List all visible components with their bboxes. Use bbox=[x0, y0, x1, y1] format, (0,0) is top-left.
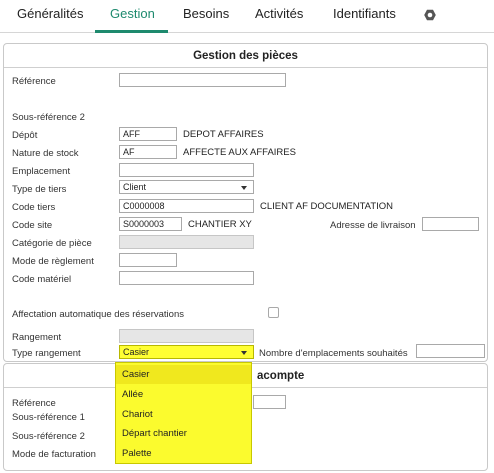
code-site-label: Code site bbox=[12, 220, 53, 231]
code-materiel-input[interactable] bbox=[119, 271, 254, 285]
code-tiers-description: CLIENT AF DOCUMENTATION bbox=[260, 201, 394, 212]
rangement-label: Rangement bbox=[12, 332, 62, 343]
acompte-reference-input[interactable] bbox=[253, 395, 286, 409]
nb-emplacements-label: Nombre d'emplacements souhaités bbox=[259, 348, 408, 359]
adresse-livraison-label: Adresse de livraison bbox=[330, 220, 416, 231]
dropdown-option-chariot[interactable]: Chariot bbox=[116, 405, 251, 424]
type-tiers-select[interactable]: Client bbox=[119, 180, 254, 194]
chevron-down-icon bbox=[241, 186, 247, 190]
code-tiers-label: Code tiers bbox=[12, 202, 56, 213]
depot-code-input[interactable]: AFF bbox=[119, 127, 177, 141]
mode-reglement-label: Mode de règlement bbox=[12, 256, 94, 267]
tab-generalites[interactable]: Généralités bbox=[17, 6, 83, 21]
type-rangement-value: Casier bbox=[123, 347, 150, 357]
sous-reference-2-label: Sous-référence 2 bbox=[12, 112, 85, 123]
affectation-auto-label: Affectation automatique des réservations bbox=[12, 309, 184, 320]
type-rangement-label: Type rangement bbox=[12, 348, 81, 359]
type-tiers-value: Client bbox=[123, 182, 147, 192]
tab-identifiants[interactable]: Identifiants bbox=[333, 6, 396, 21]
depot-description: DEPOT AFFAIRES bbox=[183, 129, 264, 140]
code-site-description: CHANTIER XY bbox=[188, 219, 252, 230]
categorie-piece-label: Catégorie de pièce bbox=[12, 238, 92, 249]
reference-input[interactable] bbox=[119, 73, 286, 87]
tab-gestion[interactable]: Gestion bbox=[110, 6, 155, 21]
nature-stock-code-input[interactable]: AF bbox=[119, 145, 177, 159]
affectation-auto-checkbox[interactable] bbox=[268, 307, 279, 318]
mode-reglement-input[interactable] bbox=[119, 253, 177, 267]
active-tab-indicator bbox=[95, 30, 168, 33]
dropdown-option-depart-chantier[interactable]: Départ chantier bbox=[116, 424, 251, 443]
acompte-reference-label: Référence bbox=[12, 398, 56, 409]
type-tiers-label: Type de tiers bbox=[12, 184, 67, 195]
panel-title: Gestion des pièces bbox=[193, 50, 298, 62]
emplacement-input[interactable] bbox=[119, 163, 254, 177]
acompte-sous-reference-2-label: Sous-référence 2 bbox=[12, 431, 85, 442]
code-tiers-input[interactable]: C0000008 bbox=[119, 199, 254, 213]
emplacement-label: Emplacement bbox=[12, 166, 71, 177]
code-materiel-label: Code matériel bbox=[12, 274, 72, 285]
type-rangement-select[interactable]: Casier bbox=[119, 345, 254, 359]
type-rangement-dropdown: Casier Allée Chariot Départ chantier Pal… bbox=[115, 362, 252, 464]
depot-label: Dépôt bbox=[12, 130, 38, 141]
adresse-livraison-input[interactable] bbox=[422, 217, 479, 231]
chevron-down-icon bbox=[241, 351, 247, 355]
nature-stock-label: Nature de stock bbox=[12, 148, 79, 159]
tab-bar: Généralités Gestion Besoins Activités Id… bbox=[0, 0, 494, 33]
gear-icon[interactable] bbox=[424, 9, 436, 21]
panel-divider bbox=[4, 67, 487, 68]
nb-emplacements-input[interactable] bbox=[416, 344, 485, 358]
mode-facturation-label: Mode de facturation bbox=[12, 449, 96, 460]
gestion-pieces-panel: Gestion des pièces Référence Sous-référe… bbox=[3, 43, 488, 362]
code-site-input[interactable]: S0000003 bbox=[119, 217, 182, 231]
dropdown-option-allee[interactable]: Allée bbox=[116, 385, 251, 404]
dropdown-option-palette[interactable]: Palette bbox=[116, 444, 251, 463]
sous-reference-1-label: Sous-référence 1 bbox=[12, 412, 85, 423]
tab-besoins[interactable]: Besoins bbox=[183, 6, 229, 21]
tab-activites[interactable]: Activités bbox=[255, 6, 303, 21]
dropdown-option-casier[interactable]: Casier bbox=[116, 365, 251, 384]
rangement-input bbox=[119, 329, 254, 343]
nature-stock-description: AFFECTE AUX AFFAIRES bbox=[183, 147, 296, 158]
categorie-piece-input bbox=[119, 235, 254, 249]
reference-label: Référence bbox=[12, 76, 56, 87]
